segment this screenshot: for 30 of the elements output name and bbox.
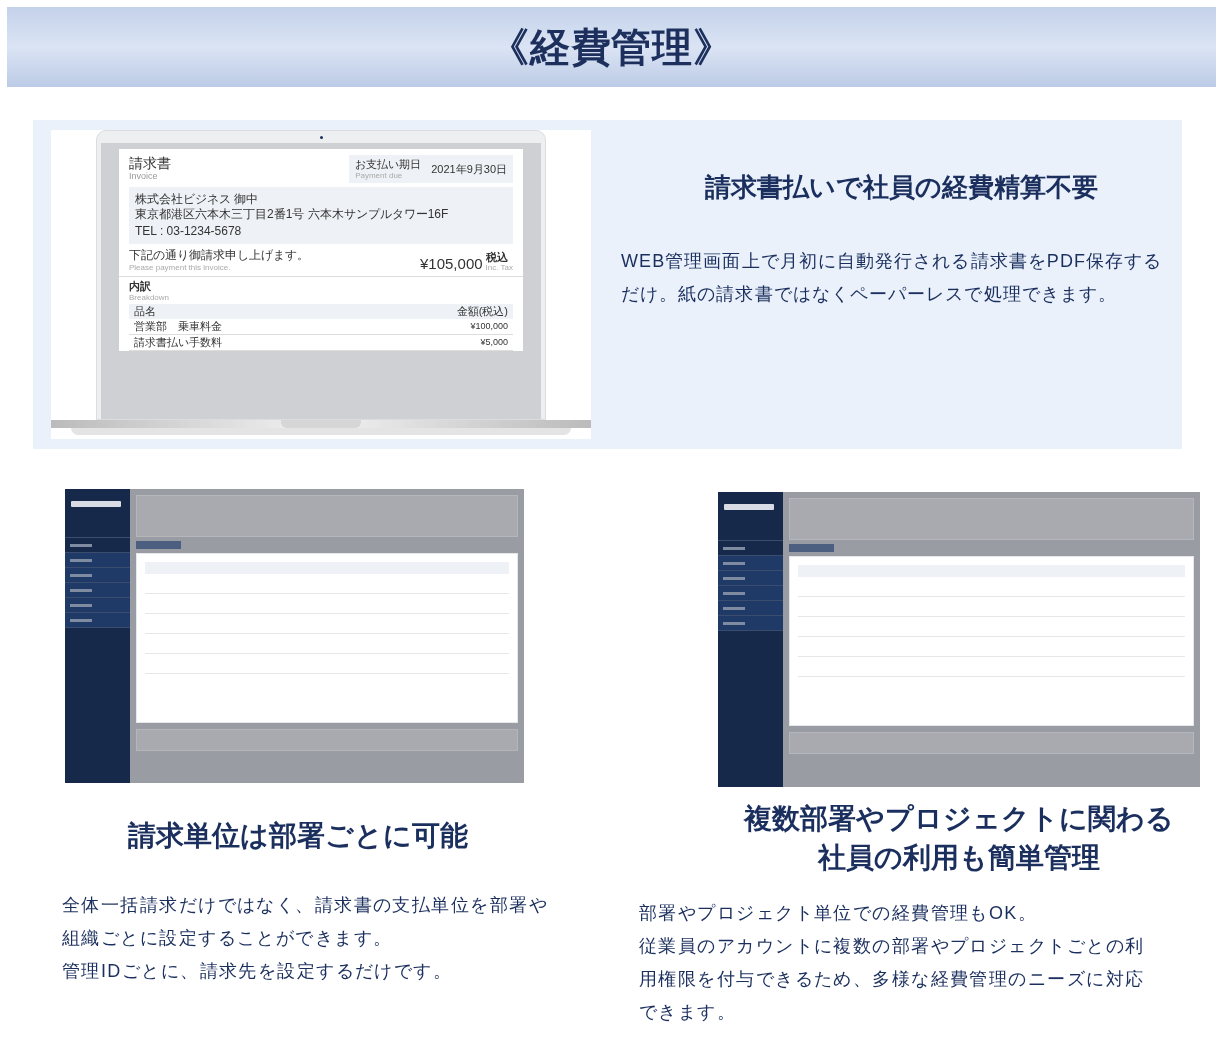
section-description: 管理IDごとに、請求先を設定するだけです。	[62, 960, 454, 983]
section-description: 従業員のアカウントに複数の部署やプロジェクトごとの利用権限を付与できるため、多様な経費管理のニーズに対応できます。	[639, 935, 1146, 1024]
section-heading: 請求単位は部署ごとに可能	[126, 818, 469, 854]
table-cell-text: 営業部 乗車料金	[134, 319, 222, 335]
breakdown-heading: 内訳	[129, 280, 152, 293]
due-label: お支払い期日	[355, 158, 422, 171]
phone-number: TEL : 03-1234-5678	[135, 224, 243, 239]
breakdown-subtitle: Breakdown	[129, 293, 171, 302]
feature-heading: 請求書払いで社員の経費精算不要	[703, 171, 1099, 204]
address: 東京都港区六本木三丁目2番1号 六本木サンプルタワー16F	[135, 207, 450, 222]
section-heading: 複数部署やプロジェクトに関わる 社員の利用も簡単管理	[742, 801, 1175, 876]
due-date: 2021年9月30日	[431, 161, 507, 177]
section-description: 部署やプロジェクト単位での経費管理もOK。	[639, 902, 1039, 925]
feature-description: WEB管理画面上で月初に自動発行される請求書をPDF保存するだけ。紙の請求書ではなくペーパーレスで処理できます。	[621, 250, 1164, 306]
invoice-message: 下記の通り御請求申し上げます。	[129, 248, 309, 263]
section-description: 全体一括請求だけではなく、請求書の支払単位を部署や組織ごとに設定することができます。	[62, 894, 549, 950]
invoice-message-english: Please payment this invoice.	[129, 263, 232, 272]
addressee: 株式会社ビジネス 御中	[135, 192, 260, 207]
due-label-english: Payment due	[355, 171, 404, 180]
tax-label-english: Inc. Tax	[485, 263, 513, 272]
invoice-subtitle: Invoice	[129, 171, 159, 181]
total-amount: ¥105,000	[420, 255, 483, 272]
invoice-title: 請求書	[129, 155, 171, 171]
table-cell-text: 請求書払い手数料	[134, 335, 222, 351]
table-cell-text: ¥100,000	[470, 319, 508, 333]
tax-label: 税込	[485, 251, 509, 263]
column-header: 金額(税込)	[456, 304, 508, 320]
page-title: 《経費管理》	[489, 23, 734, 72]
table-cell-text: ¥5,000	[480, 335, 508, 349]
column-header: 品名	[134, 304, 156, 320]
